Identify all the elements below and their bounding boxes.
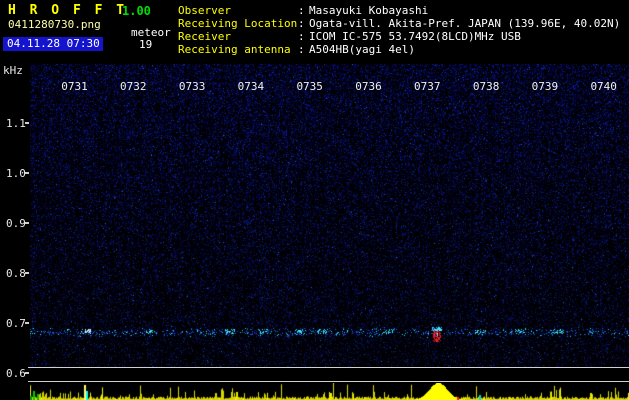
freq-axis: 1.1 1.0 0.9 0.8 0.7 0.6: [0, 0, 30, 400]
time-tick-label: 0732: [120, 80, 147, 93]
info-value: Ogata-vill. Akita-Pref. JAPAN (139.96E, …: [309, 17, 621, 30]
meteor-count: 19: [139, 38, 153, 51]
time-tick-label: 0740: [590, 80, 617, 93]
freq-tick-label: 0.7: [6, 317, 26, 330]
freq-tick-mark: [25, 122, 29, 124]
info-row-location: Receiving Location : Ogata-vill. Akita-P…: [178, 17, 620, 30]
info-row-observer: Observer : Masayuki Kobayashi: [178, 4, 620, 17]
info-label: Observer: [178, 4, 231, 17]
time-tick-label: 0735: [296, 80, 323, 93]
freq-tick-label: 0.8: [6, 267, 26, 280]
freq-tick-label: 1.0: [6, 167, 26, 180]
signal-level-canvas: [30, 383, 629, 400]
time-tick-label: 0739: [531, 80, 559, 93]
hrofft-screen: H R O F F T 1.00 0411280730.png meteor 0…: [0, 0, 629, 400]
info-separator: :: [298, 17, 305, 30]
info-value: A504HB(yagi 4el): [309, 43, 415, 56]
freq-tick-mark: [25, 272, 29, 274]
divider-line-top: [28, 367, 629, 368]
time-tick-label: 0731: [61, 80, 88, 93]
app-version: 1.00: [122, 4, 151, 18]
station-info: Observer : Masayuki Kobayashi Receiving …: [178, 4, 620, 56]
info-value: Masayuki Kobayashi: [309, 4, 429, 17]
info-separator: :: [298, 43, 305, 56]
info-label: Receiving Location: [178, 17, 298, 30]
divider-line-bottom: [28, 381, 629, 382]
freq-tick-mark: [25, 322, 29, 324]
info-value: ICOM IC-575 53.7492(8LCD)MHz USB: [309, 30, 521, 43]
info-separator: :: [298, 30, 305, 43]
info-row-receiver: Receiver : ICOM IC-575 53.7492(8LCD)MHz …: [178, 30, 620, 43]
time-axis: 0731 0732 0733 0734 0735 0736 0737 0738 0739 0740: [30, 64, 629, 94]
info-label: Receiver: [178, 30, 231, 43]
time-tick-label: 0736: [355, 80, 382, 93]
info-label: Receiving antenna: [178, 43, 291, 56]
freq-tick-mark: [25, 222, 29, 224]
freq-tick-label: 1.1: [6, 117, 26, 130]
time-tick-label: 0733: [178, 80, 206, 93]
time-tick-label: 0738: [472, 80, 500, 93]
freq-tick-label: 0.6: [6, 367, 26, 380]
freq-tick-mark: [25, 372, 29, 374]
info-row-antenna: Receiving antenna : A504HB(yagi 4el): [178, 43, 620, 56]
spectrogram-canvas: [30, 64, 629, 367]
freq-tick-label: 0.9: [6, 217, 26, 230]
time-tick-label: 0737: [414, 80, 441, 93]
time-tick-label: 0734: [237, 80, 265, 93]
freq-tick-mark: [25, 172, 29, 174]
info-separator: :: [298, 4, 305, 17]
